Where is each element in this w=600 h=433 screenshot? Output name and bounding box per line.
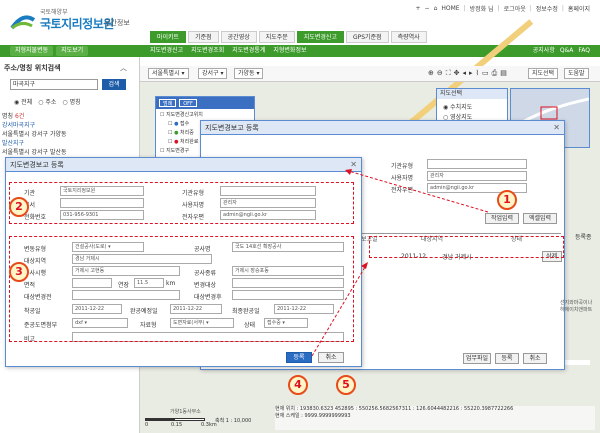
callout-4: 4	[288, 375, 308, 395]
callout-arrows	[311, 169, 489, 357]
callout-3: 3	[9, 262, 29, 282]
callout-2: 2	[9, 197, 29, 217]
map-place-label: 선지와마곡이나	[560, 300, 593, 306]
coordinate-readout: 현재 위치 : 193830.6323 452895 : 550256.5682…	[275, 406, 595, 430]
callout-1: 1	[497, 190, 517, 210]
callout-5: 5	[336, 375, 356, 395]
map-place-label: 하에이치앤파트	[560, 307, 593, 313]
